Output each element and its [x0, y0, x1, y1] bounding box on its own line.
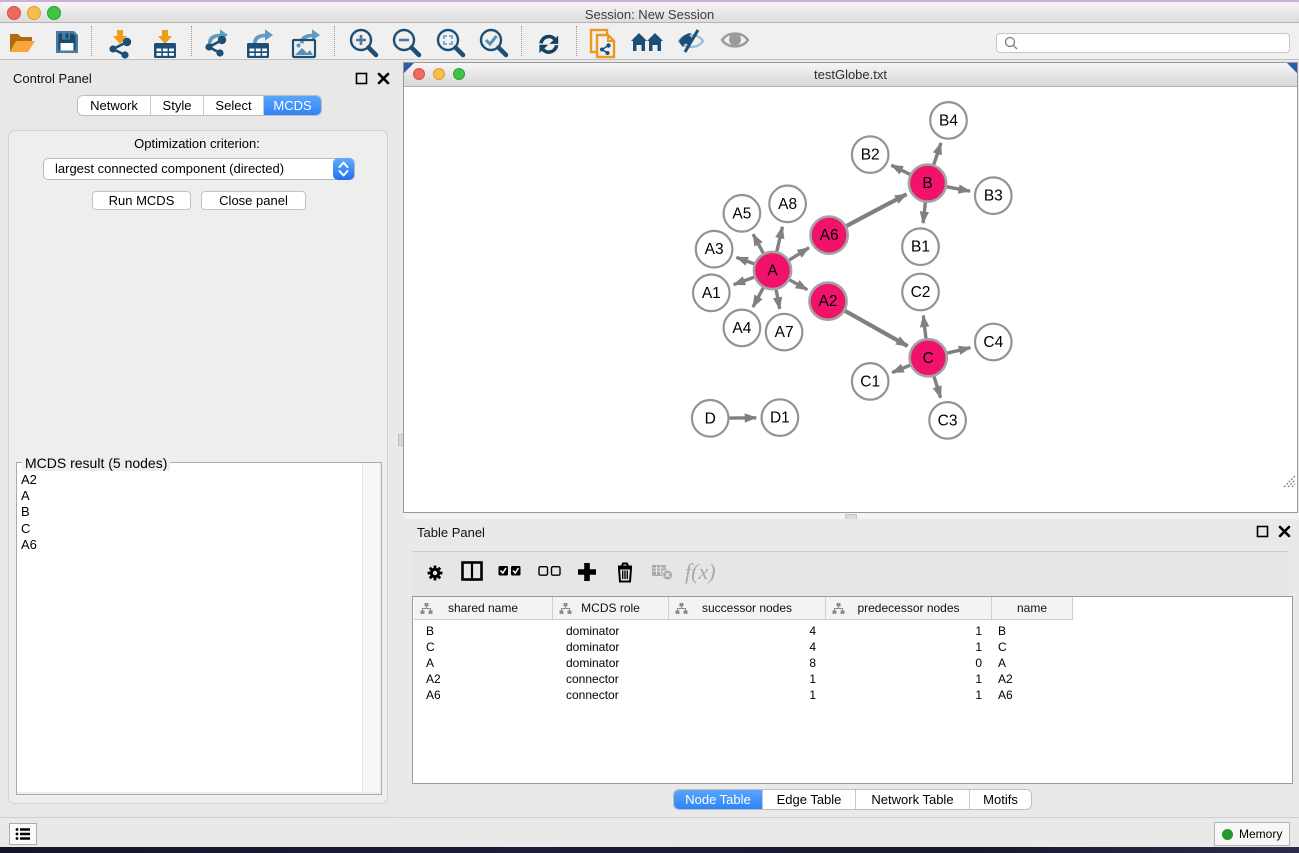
- svg-text:A4: A4: [732, 320, 751, 337]
- svg-text:B3: B3: [984, 188, 1003, 205]
- svg-text:C: C: [923, 350, 934, 367]
- svg-text:B1: B1: [911, 239, 930, 256]
- svg-text:B4: B4: [939, 112, 958, 129]
- svg-text:C1: C1: [860, 373, 880, 390]
- svg-text:A1: A1: [702, 285, 721, 302]
- svg-text:D: D: [705, 410, 716, 427]
- svg-text:C4: C4: [983, 334, 1003, 351]
- svg-text:D1: D1: [770, 410, 790, 427]
- svg-text:C3: C3: [938, 412, 958, 429]
- svg-text:B2: B2: [861, 147, 880, 164]
- svg-text:A8: A8: [778, 196, 797, 213]
- svg-text:B: B: [922, 175, 932, 192]
- svg-text:A3: A3: [705, 241, 724, 258]
- svg-text:A7: A7: [775, 324, 794, 341]
- svg-text:C2: C2: [911, 284, 931, 301]
- svg-text:A5: A5: [732, 205, 751, 222]
- svg-text:A2: A2: [819, 293, 838, 310]
- svg-text:A6: A6: [820, 227, 839, 244]
- svg-text:A: A: [767, 263, 778, 280]
